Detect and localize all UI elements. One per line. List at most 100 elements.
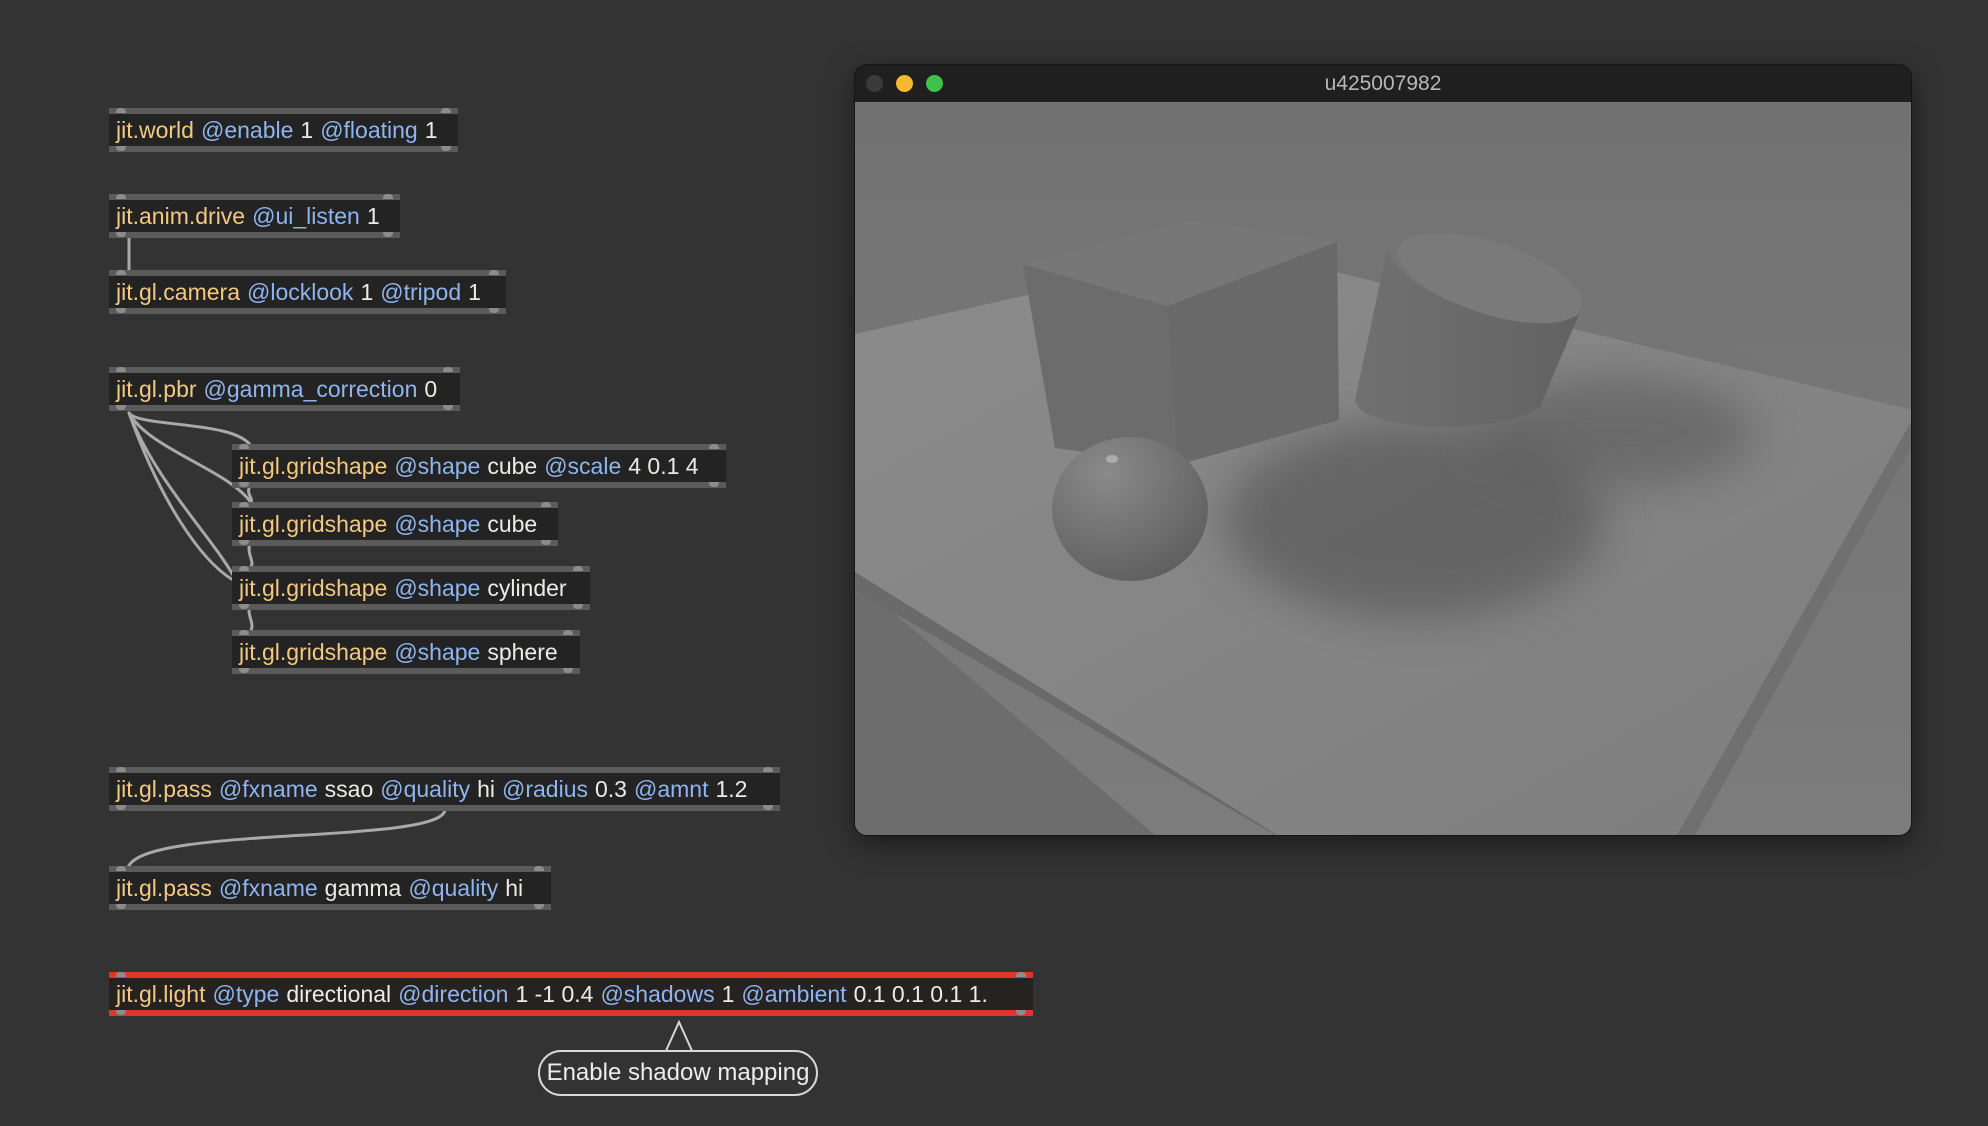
cord-pbr-to-grid3 <box>127 411 235 577</box>
object-value: hi <box>477 775 495 802</box>
window-title: u425007982 <box>1324 72 1442 95</box>
outlet-port[interactable] <box>239 604 249 609</box>
outlet-port[interactable] <box>541 540 551 545</box>
object-class-name: jit.gl.pass <box>116 874 212 901</box>
outlet-port[interactable] <box>563 668 573 673</box>
tooltip: Enable shadow mapping <box>538 1050 818 1096</box>
inlet-port[interactable] <box>116 194 126 199</box>
outlet-port[interactable] <box>441 146 451 151</box>
object-value: 1 <box>721 980 735 1007</box>
object-jit-gl-pass-gamma[interactable]: jit.gl.pass @fxname gamma @quality hi <box>109 866 551 910</box>
outlet-port[interactable] <box>239 668 249 673</box>
inlet-port[interactable] <box>563 630 573 635</box>
object-class-name: jit.gl.gridshape <box>239 574 388 601</box>
outlet-port[interactable] <box>763 805 773 810</box>
outlet-port[interactable] <box>1016 1010 1026 1015</box>
object-class-name: jit.anim.drive <box>116 202 246 229</box>
object-value: cube <box>487 510 538 537</box>
outlet-port[interactable] <box>239 482 249 487</box>
inlet-port[interactable] <box>239 444 249 449</box>
object-value: directional <box>286 980 392 1007</box>
object-value: 1 <box>300 116 314 143</box>
object-attribute: @quality <box>408 874 499 901</box>
object-attribute: @enable <box>200 116 294 143</box>
cord-pbr-to-grid4 <box>127 411 235 582</box>
object-value: cube <box>487 452 538 479</box>
object-value: 1 <box>468 278 481 305</box>
outlet-port[interactable] <box>116 904 126 909</box>
object-jit-gl-camera[interactable]: jit.gl.camera @locklook 1 @tripod 1 <box>109 270 506 314</box>
object-attribute: @shape <box>394 510 481 537</box>
object-attribute: @locklook <box>246 278 354 305</box>
object-attribute: @fxname <box>218 775 318 802</box>
inlet-port[interactable] <box>1016 972 1026 977</box>
outlet-port[interactable] <box>573 604 583 609</box>
object-attribute: @quality <box>380 775 471 802</box>
inlet-port[interactable] <box>116 108 126 113</box>
object-value: 1.2 <box>715 775 748 802</box>
object-class-name: jit.gl.light <box>116 980 206 1007</box>
inlet-port[interactable] <box>116 367 126 372</box>
outlet-port[interactable] <box>116 405 126 410</box>
cord-pbr-to-grid1 <box>127 411 254 450</box>
inlet-port[interactable] <box>239 502 249 507</box>
object-jit-world[interactable]: jit.world @enable 1 @floating 1 <box>109 108 458 152</box>
object-value: ssao <box>324 775 374 802</box>
outlet-port[interactable] <box>116 805 126 810</box>
outlet-port[interactable] <box>239 540 249 545</box>
inlet-port[interactable] <box>541 502 551 507</box>
object-attribute: @shape <box>394 574 481 601</box>
object-value: 1 <box>366 202 380 229</box>
object-jit-anim-drive[interactable]: jit.anim.drive @ui_listen 1 <box>109 194 400 238</box>
window-titlebar[interactable]: u425007982 <box>855 65 1911 103</box>
object-attribute: @radius <box>502 775 588 802</box>
object-attribute: @floating <box>320 116 418 143</box>
inlet-port[interactable] <box>239 566 249 571</box>
outlet-port[interactable] <box>116 232 126 237</box>
object-value: gamma <box>324 874 402 901</box>
inlet-port[interactable] <box>489 270 499 275</box>
inlet-port[interactable] <box>441 108 451 113</box>
outlet-port[interactable] <box>116 308 126 313</box>
object-value: 1 <box>360 278 374 305</box>
outlet-port[interactable] <box>534 904 544 909</box>
inlet-port[interactable] <box>116 767 126 772</box>
object-jit-gl-pass-ssao[interactable]: jit.gl.pass @fxname ssao @quality hi @radius 0… <box>109 767 780 811</box>
object-attribute: @amnt <box>633 775 709 802</box>
object-gridshape-sphere[interactable]: jit.gl.gridshape @shape sphere <box>232 630 580 674</box>
inlet-port[interactable] <box>443 367 453 372</box>
object-class-name: jit.world <box>116 116 194 143</box>
object-attribute: @ui_listen <box>252 202 360 229</box>
inlet-port[interactable] <box>573 566 583 571</box>
outlet-port[interactable] <box>489 308 499 313</box>
inlet-port[interactable] <box>709 444 719 449</box>
object-value: hi <box>505 874 524 901</box>
object-value: 0 <box>424 375 438 402</box>
object-jit-gl-pbr[interactable]: jit.gl.pbr @gamma_correction 0 <box>109 367 460 411</box>
outlet-port[interactable] <box>116 146 126 151</box>
object-attribute: @ambient <box>741 980 847 1007</box>
outlet-port[interactable] <box>443 405 453 410</box>
cord-pass1-to-pass2 <box>126 808 447 870</box>
object-gridshape-cylinder[interactable]: jit.gl.gridshape @shape cylinder <box>232 566 590 610</box>
object-attribute: @gamma_correction <box>203 375 418 402</box>
inlet-port[interactable] <box>763 767 773 772</box>
inlet-port[interactable] <box>534 866 544 871</box>
inlet-port[interactable] <box>116 972 126 977</box>
inlet-port[interactable] <box>116 866 126 871</box>
object-gridshape-cube[interactable]: jit.gl.gridshape @shape cube <box>232 502 558 546</box>
object-class-name: jit.gl.camera <box>116 278 240 305</box>
inlet-port[interactable] <box>239 630 249 635</box>
object-value: cylinder <box>487 574 567 601</box>
outlet-port[interactable] <box>709 482 719 487</box>
outlet-port[interactable] <box>383 232 393 237</box>
object-value: 1 -1 0.4 <box>515 980 594 1007</box>
inlet-port[interactable] <box>116 270 126 275</box>
outlet-port[interactable] <box>116 1010 126 1015</box>
render-viewport[interactable] <box>855 102 1911 835</box>
inlet-port[interactable] <box>383 194 393 199</box>
object-jit-gl-light[interactable]: jit.gl.light @type directional @direction 1 … <box>109 972 1033 1016</box>
object-value: sphere <box>487 638 558 665</box>
object-gridshape-floor[interactable]: jit.gl.gridshape @shape cube @scale 4 0.1 4 <box>232 444 726 488</box>
jit-world-window[interactable]: u425007982 <box>855 65 1911 835</box>
